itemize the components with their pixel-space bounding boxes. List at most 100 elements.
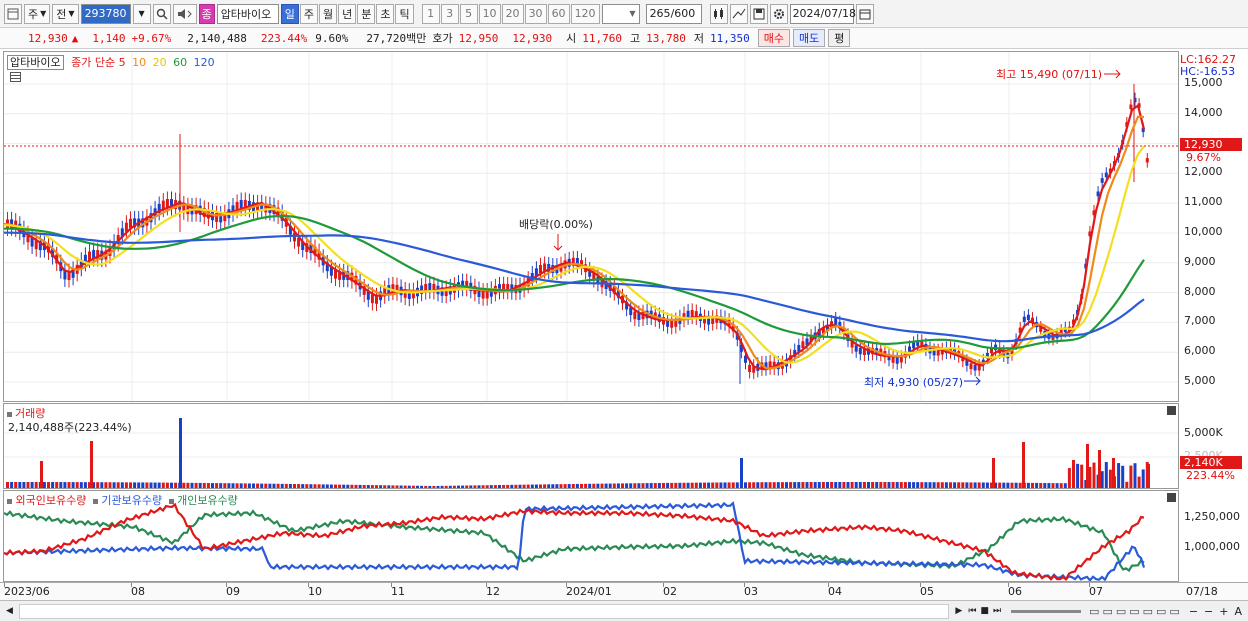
holding-pane[interactable]: 외국인보유수량 기관보유수량 개인보유수량 xyxy=(3,490,1179,582)
volume-bar xyxy=(334,484,337,488)
candle-type-icon[interactable] xyxy=(709,3,728,24)
tab-period-6[interactable]: 틱 xyxy=(395,3,414,24)
foreign-holding-line xyxy=(4,502,1145,581)
speaker-icon[interactable] xyxy=(172,3,197,24)
ma-10-line xyxy=(4,115,1145,370)
sell-button[interactable]: 매도 xyxy=(792,29,826,47)
price-change-pct: +9.67% xyxy=(131,31,172,45)
scroll-right-icon[interactable]: ▶ xyxy=(955,606,962,616)
tab-period-3[interactable]: 년 xyxy=(338,3,357,24)
dropdown-button[interactable]: ▼ xyxy=(132,3,151,24)
scroll-track[interactable] xyxy=(18,603,950,619)
volume-bar xyxy=(18,482,22,488)
stock-name-field: 압타바이오 xyxy=(216,3,279,24)
stop-icon[interactable]: ■ xyxy=(980,606,989,616)
font-size-icon[interactable]: A xyxy=(1234,605,1242,618)
volume-bar xyxy=(1067,468,1071,488)
volume-bar xyxy=(908,482,911,488)
eval-button[interactable]: 평 xyxy=(828,29,851,47)
volume-bar xyxy=(305,484,309,488)
volume-bar xyxy=(813,482,817,488)
price-change: 1,140 xyxy=(92,31,126,45)
minute-step-60[interactable]: 60 xyxy=(547,3,570,24)
prev-select[interactable]: 전 ▼ xyxy=(52,3,79,24)
price-chart-pane[interactable]: 압타바이오 종가 단순 5 10 20 60 120 최고 15,490 (07… xyxy=(3,51,1179,402)
price-pane-title: 압타바이오 종가 단순 5 10 20 60 120 xyxy=(7,54,215,70)
volume-bar xyxy=(1059,483,1063,488)
volume-bar xyxy=(924,482,928,488)
period-label: 주 xyxy=(28,7,39,21)
volume-bar xyxy=(735,482,739,488)
candle-body xyxy=(633,311,637,320)
volume-pane[interactable]: 거래량 2,140,488주(223.44%) xyxy=(3,403,1179,489)
rewind-icon[interactable]: ⏮ xyxy=(968,606,976,616)
volume-bar xyxy=(231,483,235,488)
layout-tools-icon[interactable]: ▭▭▭▭▭▭▭ xyxy=(1089,605,1183,618)
zoom-out-icon[interactable]: − xyxy=(1189,605,1198,618)
volume-bar xyxy=(179,418,182,488)
tab-period-2[interactable]: 월 xyxy=(318,3,338,24)
range-count-input[interactable]: 265/600 xyxy=(645,3,702,24)
volume-bar xyxy=(391,485,395,488)
volume-bar xyxy=(235,483,239,488)
volume-bar xyxy=(719,482,723,488)
play-icon[interactable]: ⏭ xyxy=(993,606,1001,616)
tab-period-5[interactable]: 초 xyxy=(376,3,395,24)
unit-select[interactable]: ▼ xyxy=(601,3,640,24)
volume-bar xyxy=(973,482,977,488)
calendar-icon[interactable] xyxy=(855,3,874,24)
volume-bar xyxy=(580,483,583,488)
layout-icon[interactable] xyxy=(4,3,22,24)
volume-bar xyxy=(1108,469,1112,488)
tab-period-1[interactable]: 주 xyxy=(299,3,318,24)
candle-body xyxy=(1104,172,1108,178)
save-icon[interactable] xyxy=(749,3,768,24)
minute-step-10[interactable]: 10 xyxy=(478,3,501,24)
price-tick: 11,000 xyxy=(1184,195,1223,209)
buy-button[interactable]: 매수 xyxy=(757,29,790,47)
volume-bar xyxy=(793,482,797,488)
minute-step-120[interactable]: 120 xyxy=(570,3,600,24)
minute-step-20[interactable]: 20 xyxy=(501,3,524,24)
volume-bar xyxy=(748,482,752,488)
close-pane-icon[interactable] xyxy=(1167,493,1176,502)
volume-bar xyxy=(153,482,157,488)
date-input[interactable]: 2024/07/18 xyxy=(789,3,856,24)
volume-bar xyxy=(707,482,711,488)
gear-icon[interactable] xyxy=(769,3,788,24)
volume-bar xyxy=(891,482,895,488)
volume-bar xyxy=(473,485,477,488)
candle-body xyxy=(690,309,694,318)
close-pane-icon[interactable] xyxy=(1167,406,1176,415)
search-icon[interactable] xyxy=(152,3,171,24)
volume-bar xyxy=(506,484,510,488)
price-tick: 15,000 xyxy=(1184,76,1223,89)
volume-bar xyxy=(420,485,424,488)
holding-tick-1000000: 1,000,000 xyxy=(1184,540,1240,553)
volume-bar xyxy=(502,484,506,488)
minute-step-5[interactable]: 5 xyxy=(459,3,478,24)
ma-5-line xyxy=(4,103,1146,371)
minute-step-1[interactable]: 1 xyxy=(421,3,440,24)
draw-tool-icon[interactable] xyxy=(729,3,748,24)
zoom-in-icon[interactable]: + xyxy=(1219,605,1228,618)
period-select[interactable]: 주 ▼ xyxy=(24,3,51,24)
volume-bar xyxy=(698,482,702,488)
minute-step-3[interactable]: 3 xyxy=(440,3,459,24)
minute-step-30[interactable]: 30 xyxy=(524,3,547,24)
volume-bar xyxy=(75,482,79,488)
volume-bar xyxy=(14,482,18,488)
volume-bar xyxy=(469,485,473,488)
up-arrow-icon: ▲ xyxy=(71,31,79,45)
tab-period-4[interactable]: 분 xyxy=(357,3,376,24)
scroll-bar[interactable]: ◀ ▶ ⏮ ■ ⏭ ▭▭▭▭▭▭▭ − − + A xyxy=(0,600,1248,621)
zoom-reset-icon[interactable]: − xyxy=(1204,605,1213,618)
scroll-left-icon[interactable]: ◀ xyxy=(6,606,13,616)
volume-bar xyxy=(485,485,489,488)
tab-period-0[interactable]: 일 xyxy=(280,3,299,24)
x-axis-label: 03 xyxy=(744,585,758,598)
zoom-slider[interactable] xyxy=(1011,609,1082,613)
table-icon[interactable] xyxy=(10,72,21,82)
volume-bar xyxy=(789,482,793,488)
stock-code-input[interactable]: 293780 xyxy=(80,3,131,24)
